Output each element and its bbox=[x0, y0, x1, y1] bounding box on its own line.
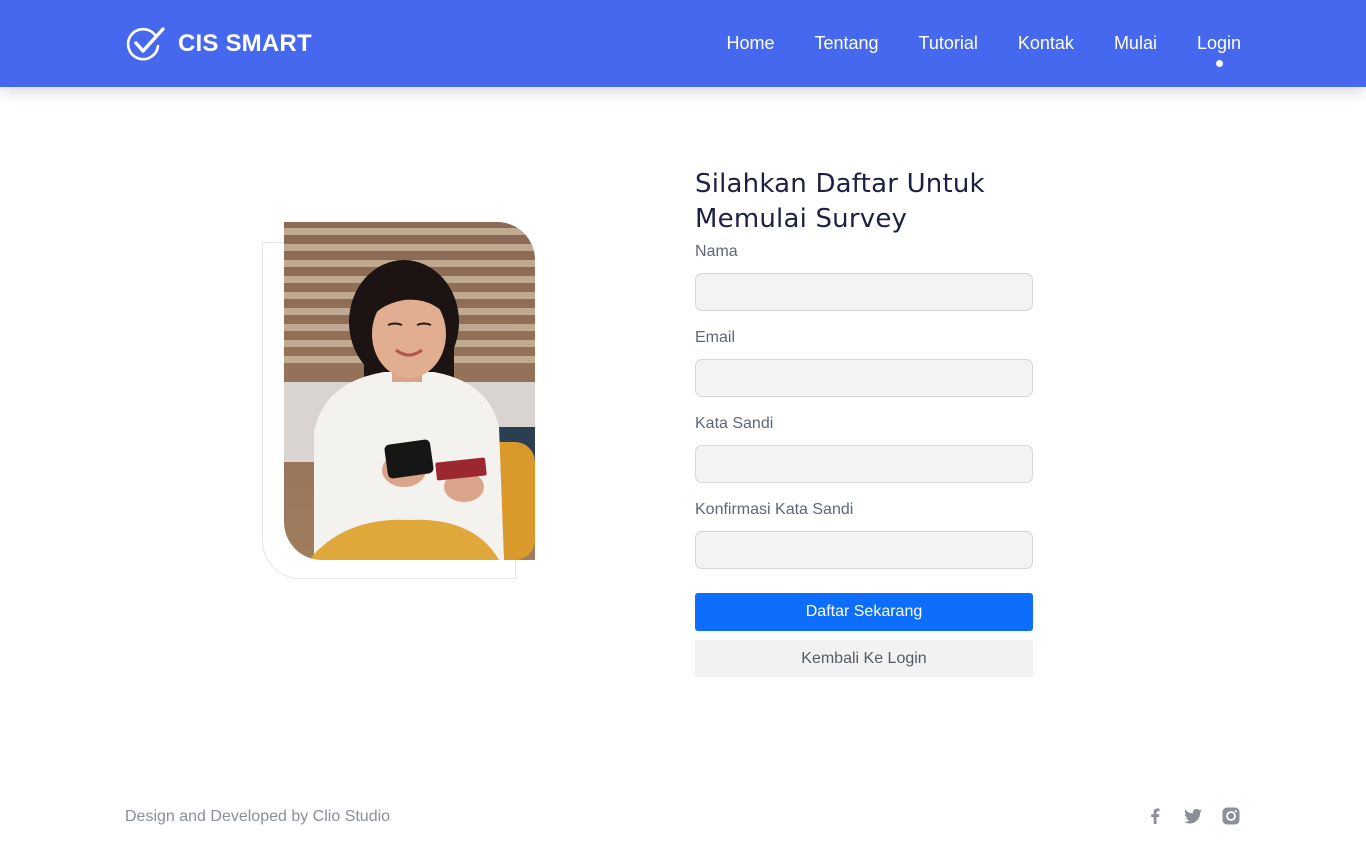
hero-image bbox=[284, 222, 535, 560]
nav-item-mulai[interactable]: Mulai bbox=[1114, 31, 1157, 55]
nav-item-login[interactable]: Login bbox=[1197, 31, 1241, 67]
main-nav: Home Tentang Tutorial Kontak Mulai Login bbox=[686, 31, 1241, 67]
social-links bbox=[1127, 806, 1241, 826]
password-label: Kata Sandi bbox=[695, 415, 774, 432]
nav-item-home[interactable]: Home bbox=[726, 31, 774, 55]
confirm-password-input[interactable] bbox=[695, 531, 1033, 569]
navbar: CIS SMART Home Tentang Tutorial Kontak M… bbox=[0, 0, 1366, 87]
password-input[interactable] bbox=[695, 445, 1033, 483]
page-title: Silahkan Daftar Untuk Memulai Survey bbox=[695, 169, 985, 235]
twitter-icon[interactable] bbox=[1183, 806, 1203, 826]
brand[interactable]: CIS SMART bbox=[125, 25, 312, 63]
instagram-icon[interactable] bbox=[1221, 806, 1241, 826]
facebook-icon[interactable] bbox=[1145, 806, 1165, 826]
name-label: Nama bbox=[695, 243, 738, 260]
back-to-login-button[interactable]: Kembali Ke Login bbox=[695, 640, 1033, 677]
brand-name: CIS SMART bbox=[178, 30, 312, 57]
nav-item-tutorial[interactable]: Tutorial bbox=[919, 31, 978, 55]
register-button[interactable]: Daftar Sekarang bbox=[695, 593, 1033, 631]
email-input[interactable] bbox=[695, 359, 1033, 397]
check-circle-icon bbox=[126, 27, 165, 61]
confirm-password-label: Konfirmasi Kata Sandi bbox=[695, 501, 854, 518]
nav-item-kontak[interactable]: Kontak bbox=[1018, 31, 1074, 55]
woman-with-phone-illustration bbox=[284, 222, 535, 560]
nav-item-tentang[interactable]: Tentang bbox=[814, 31, 878, 55]
footer-credit: Design and Developed by Clio Studio bbox=[125, 808, 391, 825]
name-input[interactable] bbox=[695, 273, 1033, 311]
email-label: Email bbox=[695, 329, 736, 346]
